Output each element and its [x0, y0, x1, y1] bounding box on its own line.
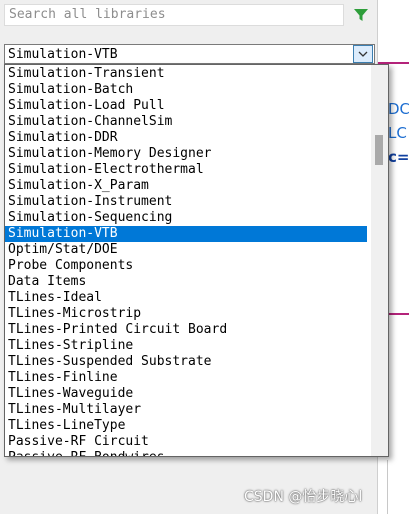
list-item[interactable]: TLines-LineType: [5, 418, 367, 434]
list-item[interactable]: Simulation-Instrument: [5, 194, 367, 210]
list-item[interactable]: TLines-Finline: [5, 370, 367, 386]
list-item[interactable]: Simulation-Electrothermal: [5, 162, 367, 178]
library-select[interactable]: Simulation-VTB: [4, 44, 375, 64]
list-item[interactable]: Simulation-VTB: [5, 226, 367, 242]
list-item[interactable]: Simulation-Sequencing: [5, 210, 367, 226]
list-item[interactable]: Simulation-Memory Designer: [5, 146, 367, 162]
watermark: CSDN @怡步晓心l: [244, 489, 363, 505]
dropdown-toggle-button[interactable]: [353, 45, 373, 63]
list-item[interactable]: Optim/Stat/DOE: [5, 242, 367, 258]
list-item[interactable]: Simulation-Batch: [5, 82, 367, 98]
library-select-value: Simulation-VTB: [8, 47, 118, 62]
list-item[interactable]: Simulation-Transient: [5, 66, 367, 82]
list-item[interactable]: Simulation-ChannelSim: [5, 114, 367, 130]
list-item[interactable]: Simulation-X_Param: [5, 178, 367, 194]
list-item[interactable]: Data Items: [5, 274, 367, 290]
dropdown-scrollbar[interactable]: [371, 65, 388, 456]
list-item[interactable]: TLines-Suspended Substrate: [5, 354, 367, 370]
canvas-text-1: DC: [388, 100, 409, 118]
list-item[interactable]: Probe Components: [5, 258, 367, 274]
list-item[interactable]: Passive-RF Circuit: [5, 434, 367, 450]
scrollbar-thumb[interactable]: [375, 135, 383, 165]
list-item[interactable]: TLines-Stripline: [5, 338, 367, 354]
chevron-down-icon: [358, 51, 368, 57]
canvas-divider: [387, 460, 388, 514]
list-item[interactable]: TLines-Printed Circuit Board: [5, 322, 367, 338]
list-item[interactable]: Simulation-DDR: [5, 130, 367, 146]
list-item[interactable]: TLines-Multilayer: [5, 402, 367, 418]
list-item[interactable]: TLines-Microstrip: [5, 306, 367, 322]
list-item[interactable]: TLines-Waveguide: [5, 386, 367, 402]
filter-button[interactable]: [350, 4, 372, 26]
library-dropdown-list[interactable]: Simulation-Transient Simulation-Batch Simu…: [4, 64, 389, 457]
filter-icon: [354, 9, 368, 21]
canvas-text-3: c=: [388, 148, 409, 166]
search-input[interactable]: Search all libraries: [4, 4, 344, 26]
list-item[interactable]: Passive-RF Bondwires: [5, 450, 367, 456]
list-item[interactable]: Simulation-Load Pull: [5, 98, 367, 114]
canvas-text-2: LC: [388, 124, 407, 142]
list-item[interactable]: TLines-Ideal: [5, 290, 367, 306]
